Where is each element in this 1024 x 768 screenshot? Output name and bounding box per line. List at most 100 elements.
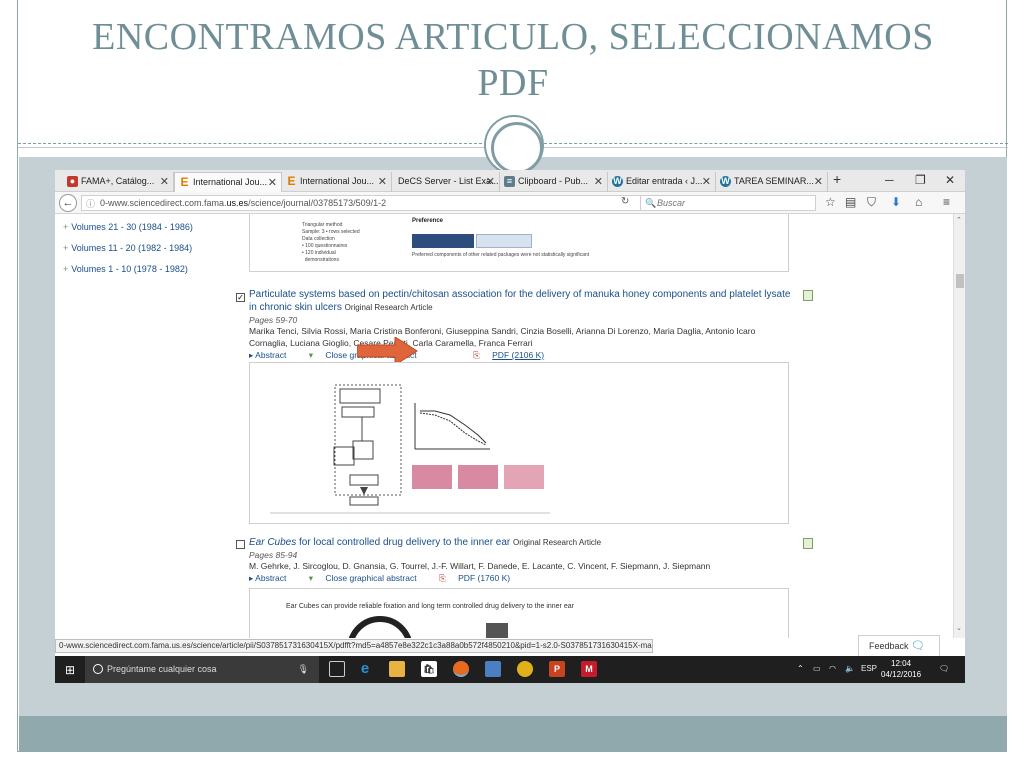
close-icon[interactable]: ✕ (378, 175, 387, 188)
article-title[interactable]: Particulate systems based on pectin/chit… (249, 288, 794, 314)
volume-label[interactable]: Volumes 1 - 10 (1978 - 1982) (71, 264, 188, 274)
tab-international-journal[interactable]: E International Jou... ✕ (282, 172, 392, 192)
article-checkbox[interactable] (236, 540, 245, 549)
graphical-abstract-label[interactable]: Close graphical abstract (325, 573, 416, 583)
close-icon[interactable]: ✕ (160, 175, 169, 188)
cortana-search-box[interactable]: Pregúntame cualquier cosa 🎙 (85, 656, 319, 683)
edge-icon[interactable]: e (357, 661, 373, 677)
article-checkbox-checked[interactable]: ✓ (236, 293, 245, 302)
url-path: /science/journal/03785173/509/1-2 (248, 198, 387, 208)
tab-decs-server[interactable]: DeCS Server - List Exa... ✕ (392, 172, 500, 192)
url-bar[interactable]: ⓘ 0-www.sciencedirect.com.fama.us.es/sci… (81, 195, 641, 211)
article-authors: M. Gehrke, J. Sircoglou, D. Gnansia, G. … (249, 561, 711, 571)
document-preview-icon[interactable] (803, 538, 813, 549)
cortana-icon (93, 664, 103, 674)
menu-icon[interactable]: ≡ (943, 195, 950, 209)
photos-icon[interactable] (485, 661, 501, 677)
close-icon[interactable]: ✕ (702, 175, 711, 188)
home-icon[interactable]: ⌂ (915, 195, 922, 209)
tray-up-icon[interactable]: ⌃ (797, 664, 804, 673)
info-icon[interactable]: ⓘ (86, 197, 95, 210)
reload-icon[interactable]: ↻ (621, 196, 629, 207)
windows-start-icon[interactable]: ⊞ (65, 663, 75, 677)
abstract-figure-bar (476, 234, 532, 248)
pdf-link-label[interactable]: PDF (2106 K) (492, 350, 544, 360)
scroll-up-icon[interactable]: ⌃ (956, 216, 962, 224)
abstract-link-label[interactable]: Abstract (255, 350, 286, 360)
window-close-icon[interactable]: ✕ (945, 173, 955, 187)
tab-international-journal-active[interactable]: E International Jou... ✕ (174, 172, 282, 192)
clock-date: 04/12/2016 (881, 670, 922, 679)
volume-item[interactable]: + Volumes 21 - 30 (1984 - 1986) (63, 222, 193, 243)
task-view-icon[interactable] (329, 661, 345, 677)
tab-editar-entrada[interactable]: W Editar entrada ‹ J... ✕ (608, 172, 716, 192)
abstract-link[interactable]: ▸ Abstract (249, 350, 296, 360)
volume-label[interactable]: Volumes 21 - 30 (1984 - 1986) (71, 222, 193, 232)
tab-tarea-seminar[interactable]: W TAREA SEMINAR... ✕ (716, 172, 828, 192)
minimize-icon[interactable]: ─ (885, 173, 894, 187)
expand-icon[interactable]: + (63, 264, 68, 274)
volume-item[interactable]: + Volumes 1 - 10 (1978 - 1982) (63, 264, 193, 285)
firefox-icon[interactable] (453, 661, 469, 677)
wifi-icon[interactable]: ◠ (829, 664, 836, 673)
search-input[interactable]: 🔍 Buscar (640, 195, 816, 211)
pdf-link-label[interactable]: PDF (1760 K) (458, 573, 510, 583)
microphone-icon[interactable]: 🎙 (298, 656, 309, 683)
article-title-text[interactable]: for local controlled drug delivery to th… (296, 537, 510, 548)
close-icon[interactable]: ✕ (814, 175, 823, 188)
abstract-figure-bar (412, 234, 474, 248)
tab-fama[interactable]: ● FAMA+, Catálog... ✕ (63, 172, 174, 192)
volume-item[interactable]: + Volumes 11 - 20 (1982 - 1984) (63, 243, 193, 264)
page-content: + Volumes 21 - 30 (1984 - 1986) + Volumes … (55, 214, 953, 638)
close-icon[interactable]: ✕ (594, 175, 603, 188)
abstract-figure-heading: Preference (412, 218, 444, 224)
volume-label[interactable]: Volumes 11 - 20 (1982 - 1984) (71, 243, 192, 253)
store-icon[interactable]: 🛍 (421, 661, 437, 677)
article-links: ▸ Abstract ▾ Close graphical abstract ⎘ … (249, 573, 794, 584)
close-icon[interactable]: ✕ (486, 175, 495, 188)
powerpoint-icon[interactable]: P (549, 661, 565, 677)
tab-clipboard[interactable]: ≡ Clipboard - Pub... ✕ (500, 172, 608, 192)
reading-list-icon[interactable]: ▤ (845, 195, 856, 209)
tab-label: Clipboard - Pub... (518, 176, 589, 186)
abstract-link-label[interactable]: Abstract (255, 573, 286, 583)
feedback-button[interactable]: Feedback 🗨 (858, 635, 940, 657)
tab-bar: ● FAMA+, Catálog... ✕ E International Jo… (55, 170, 965, 192)
graphical-abstract-link[interactable]: ▾ Close graphical abstract (309, 573, 427, 583)
battery-icon[interactable]: ▭ (813, 664, 821, 673)
scroll-down-icon[interactable]: ⌄ (956, 624, 962, 632)
document-preview-icon[interactable] (803, 290, 813, 301)
pdf-link[interactable]: ⎘ PDF (1760 K) (439, 573, 520, 583)
wordpress-icon: W (612, 176, 623, 187)
close-icon[interactable]: ✕ (268, 176, 277, 189)
tab-label: TAREA SEMINAR... (734, 176, 814, 186)
new-tab-button[interactable]: + (833, 171, 841, 187)
abstract-link[interactable]: ▸ Abstract (249, 573, 296, 583)
star-icon[interactable]: ☆ (825, 195, 836, 209)
mendeley-icon[interactable]: M (581, 661, 597, 677)
pdf-link[interactable]: ⎘ PDF (2106 K) (473, 350, 554, 360)
article-title[interactable]: Ear Cubes for local controlled drug deli… (249, 536, 794, 549)
restore-icon[interactable]: ❐ (915, 173, 926, 187)
navigation-bar: ← ⓘ 0-www.sciencedirect.com.fama.us.es/s… (55, 192, 965, 214)
vertical-scrollbar[interactable]: ⌃ ⌄ (953, 214, 965, 638)
clock-time: 12:04 (891, 659, 912, 668)
chat-bubble-icon: 🗨 (911, 640, 926, 652)
download-icon[interactable]: ⬇ (891, 195, 901, 209)
clock[interactable]: 12:04 04/12/2016 (881, 658, 921, 680)
volume-icon[interactable]: 🔈 (845, 664, 855, 673)
slide-title: ENCONTRAMOS ARTICULO, SELECCIONAMOS PDF (18, 14, 1008, 106)
expand-icon[interactable]: + (63, 222, 68, 232)
pocket-icon[interactable]: ⛉ (867, 195, 876, 210)
chrome-icon[interactable] (517, 661, 533, 677)
article-title-text[interactable]: Particulate systems based on pectin/chit… (249, 289, 790, 313)
feedback-label[interactable]: Feedback (869, 641, 909, 651)
notifications-icon[interactable]: 🗨 (939, 664, 949, 673)
scrollbar-thumb[interactable] (956, 274, 964, 288)
file-explorer-icon[interactable] (389, 661, 405, 677)
cortana-placeholder: Pregúntame cualquier cosa (107, 664, 217, 674)
back-arrow-icon[interactable]: ← (59, 194, 77, 212)
language-indicator[interactable]: ESP (861, 664, 877, 673)
article-title-italic[interactable]: Ear Cubes (249, 537, 296, 548)
expand-icon[interactable]: + (63, 243, 68, 253)
